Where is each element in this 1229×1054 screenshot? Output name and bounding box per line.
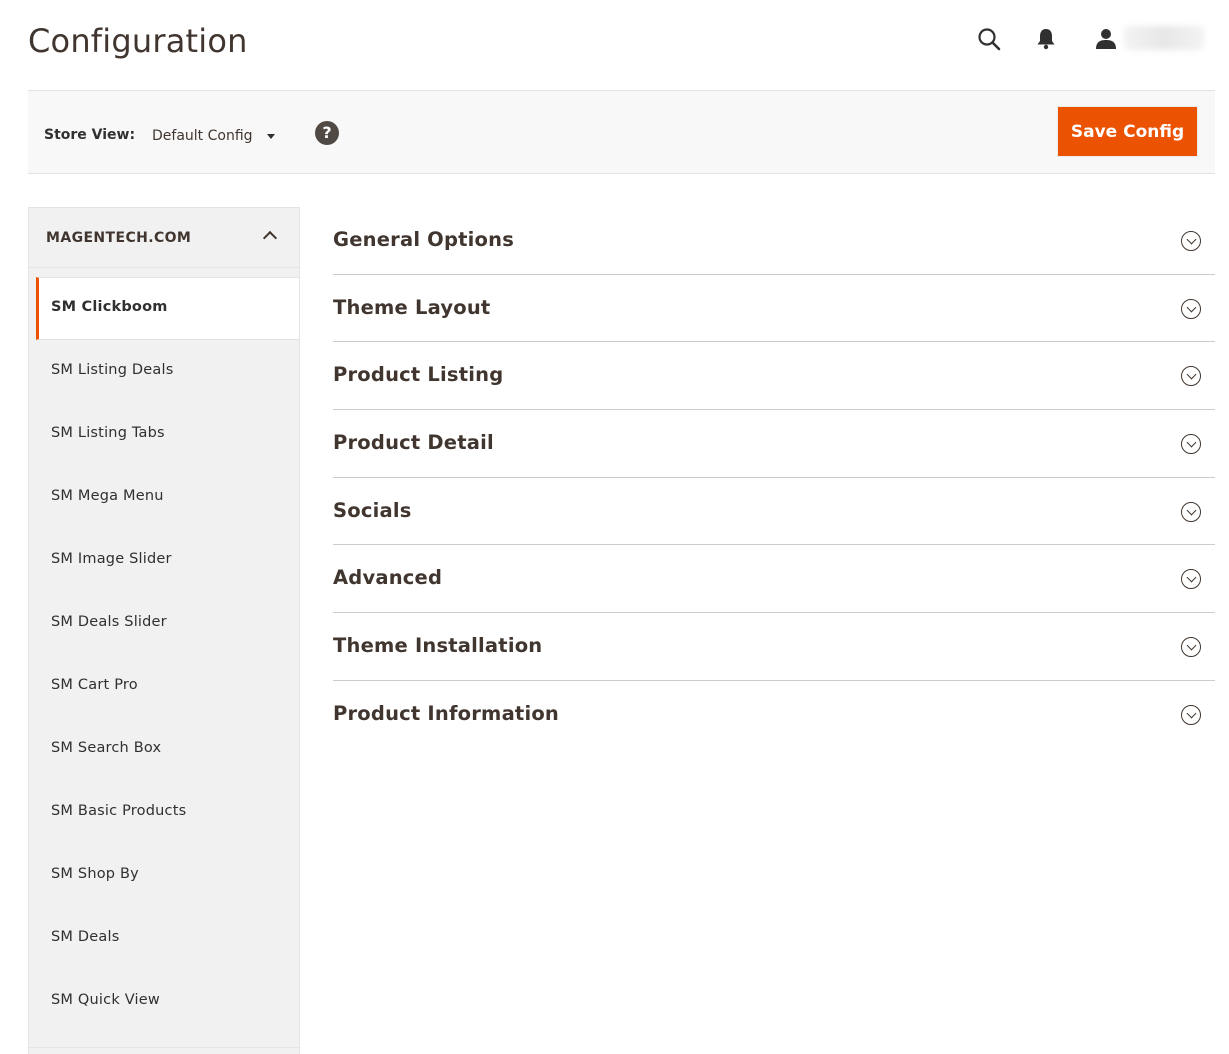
store-view-value: Default Config bbox=[152, 128, 253, 144]
expand-chevron-icon bbox=[1181, 501, 1201, 522]
sidebar-item-label: SM Clickboom bbox=[51, 299, 168, 315]
sidebar-section-magentech[interactable]: MAGENTECH.COM bbox=[29, 207, 299, 268]
store-view-dropdown[interactable]: Default Config bbox=[152, 128, 275, 144]
section-advanced[interactable]: Advanced bbox=[333, 545, 1215, 614]
section-product-listing[interactable]: Product Listing bbox=[333, 342, 1215, 411]
expand-chevron-icon bbox=[1181, 637, 1201, 658]
section-title: General Options bbox=[333, 228, 515, 251]
sidebar-item-label: SM Listing Deals bbox=[51, 362, 174, 378]
sidebar-item-sm-search-box[interactable]: SM Search Box bbox=[29, 718, 299, 781]
help-icon[interactable]: ? bbox=[315, 121, 339, 145]
section-title: Advanced bbox=[333, 566, 443, 590]
expand-chevron-icon bbox=[1181, 569, 1201, 590]
sidebar-item-sm-clickboom[interactable]: SM Clickboom bbox=[36, 277, 299, 340]
sidebar-item-sm-listing-deals[interactable]: SM Listing Deals bbox=[29, 340, 299, 403]
expand-chevron-icon bbox=[1181, 704, 1201, 725]
search-icon[interactable] bbox=[974, 24, 1004, 54]
bell-icon[interactable] bbox=[1031, 24, 1061, 54]
sidebar-item-label: SM Cart Pro bbox=[51, 677, 138, 693]
chevron-up-icon bbox=[262, 230, 278, 246]
sidebar-item-label: SM Basic Products bbox=[51, 803, 187, 819]
expand-chevron-icon bbox=[1181, 298, 1201, 319]
sidebar-item-sm-shop-by[interactable]: SM Shop By bbox=[29, 844, 299, 907]
save-config-button[interactable]: Save Config bbox=[1058, 107, 1197, 156]
sidebar-item-sm-basic-products[interactable]: SM Basic Products bbox=[29, 781, 299, 844]
sidebar-item-label: SM Search Box bbox=[51, 740, 162, 756]
section-title: Product Information bbox=[333, 701, 560, 725]
section-title: Socials bbox=[333, 498, 412, 522]
sidebar-item-label: SM Listing Tabs bbox=[51, 425, 165, 441]
page-header: Configuration bbox=[0, 0, 1229, 90]
expand-chevron-icon bbox=[1181, 434, 1201, 455]
page-title: Configuration bbox=[28, 22, 248, 60]
caret-down-icon bbox=[266, 133, 275, 139]
store-view-toolbar: Store View: Default Config ? Save Config bbox=[28, 90, 1215, 174]
config-sidebar: MAGENTECH.COM SM Clickboom SM Listing Dea… bbox=[28, 207, 300, 1054]
sidebar-item-sm-cart-pro[interactable]: SM Cart Pro bbox=[29, 655, 299, 718]
section-title: Product Detail bbox=[333, 431, 494, 455]
username-redacted bbox=[1124, 26, 1204, 50]
section-title: Theme Installation bbox=[333, 634, 543, 658]
sidebar-item-sm-deals-slider[interactable]: SM Deals Slider bbox=[29, 592, 299, 655]
sidebar-item-sm-listing-tabs[interactable]: SM Listing Tabs bbox=[29, 403, 299, 466]
store-view-label: Store View: bbox=[44, 127, 136, 143]
config-sections: General Options Theme Layout Product Listi… bbox=[333, 207, 1215, 749]
section-title: Theme Layout bbox=[333, 295, 491, 319]
section-socials[interactable]: Socials bbox=[333, 478, 1215, 546]
sidebar-item-sm-mega-menu[interactable]: SM Mega Menu bbox=[29, 466, 299, 529]
section-general-options[interactable]: General Options bbox=[333, 207, 1215, 275]
sidebar-divider bbox=[29, 1047, 299, 1048]
section-product-information[interactable]: Product Information bbox=[333, 681, 1215, 749]
expand-chevron-icon bbox=[1181, 231, 1201, 251]
section-theme-layout[interactable]: Theme Layout bbox=[333, 275, 1215, 343]
sidebar-item-label: SM Deals bbox=[51, 929, 120, 945]
sidebar-item-label: SM Shop By bbox=[51, 866, 139, 882]
expand-chevron-icon bbox=[1181, 366, 1201, 387]
sidebar-item-sm-quick-view[interactable]: SM Quick View bbox=[29, 970, 299, 1033]
sidebar-item-sm-image-slider[interactable]: SM Image Slider bbox=[29, 529, 299, 592]
user-icon[interactable] bbox=[1091, 24, 1121, 54]
sidebar-list: SM Clickboom SM Listing Deals SM Listing T… bbox=[29, 277, 299, 1033]
section-theme-installation[interactable]: Theme Installation bbox=[333, 613, 1215, 681]
sidebar-item-label: SM Quick View bbox=[51, 992, 160, 1008]
sidebar-section-title: MAGENTECH.COM bbox=[46, 230, 192, 246]
section-product-detail[interactable]: Product Detail bbox=[333, 410, 1215, 478]
sidebar-item-label: SM Deals Slider bbox=[51, 614, 167, 630]
sidebar-item-label: SM Mega Menu bbox=[51, 488, 164, 504]
sidebar-item-label: SM Image Slider bbox=[51, 551, 172, 567]
section-title: Product Listing bbox=[333, 363, 504, 387]
sidebar-item-sm-deals[interactable]: SM Deals bbox=[29, 907, 299, 970]
